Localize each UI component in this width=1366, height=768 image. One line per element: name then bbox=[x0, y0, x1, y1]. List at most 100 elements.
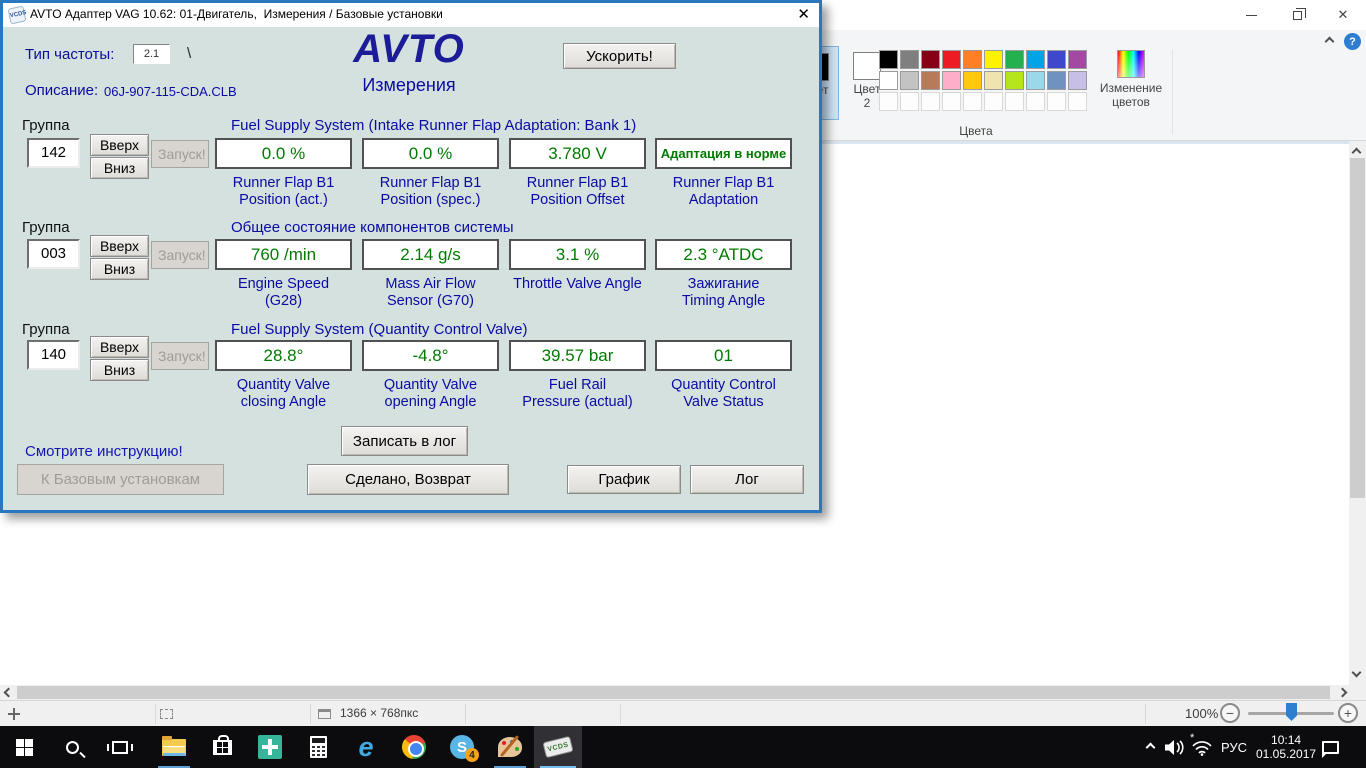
palette-color[interactable] bbox=[1047, 50, 1066, 69]
image-size-icon bbox=[318, 709, 331, 719]
palette-color[interactable] bbox=[1005, 71, 1024, 90]
palette-color[interactable] bbox=[921, 50, 940, 69]
palette-color[interactable] bbox=[1026, 71, 1045, 90]
search-icon bbox=[66, 741, 79, 754]
group-header-2: Общее состояние компонентов системы bbox=[231, 219, 514, 236]
scroll-right-icon[interactable] bbox=[1338, 688, 1348, 698]
measure-caption: Runner Flap B1Position Offset bbox=[509, 175, 646, 209]
group-number-input-1[interactable]: 142 bbox=[27, 138, 80, 168]
taskbar-vcds-active[interactable]: VCDS bbox=[534, 726, 582, 768]
palette-empty-slot[interactable] bbox=[963, 92, 982, 111]
basic-settings-button: К Базовым установкам bbox=[17, 464, 224, 495]
group-up-button-1[interactable]: Вверх bbox=[90, 134, 149, 156]
palette-color[interactable] bbox=[942, 71, 961, 90]
write-log-button[interactable]: Записать в лог bbox=[341, 426, 468, 456]
group-caption-3: Группа bbox=[22, 321, 70, 338]
group-number-input-2[interactable]: 003 bbox=[27, 239, 80, 269]
taskbar-paint[interactable] bbox=[486, 726, 534, 768]
palette-color[interactable] bbox=[1005, 50, 1024, 69]
done-return-button[interactable]: Сделано, Возврат bbox=[307, 464, 509, 495]
scroll-left-icon[interactable] bbox=[4, 688, 14, 698]
edit-colors-button[interactable]: Изменениецветов bbox=[1095, 46, 1167, 126]
task-view-button[interactable] bbox=[96, 726, 144, 768]
zoom-in-button[interactable]: + bbox=[1338, 703, 1358, 723]
palette-empty-slot[interactable] bbox=[879, 92, 898, 111]
help-icon: ? bbox=[1349, 36, 1356, 48]
volume-button[interactable] bbox=[1164, 726, 1186, 768]
palette-color[interactable] bbox=[900, 71, 919, 90]
measure-caption: Throttle Valve Angle bbox=[509, 276, 646, 293]
chrome-icon bbox=[402, 735, 426, 759]
tray-time: 10:14 bbox=[1256, 733, 1316, 747]
dialog-titlebar[interactable]: VCDS AVTO Адаптер VAG 10.62: 01-Двигател… bbox=[3, 3, 819, 27]
graph-button[interactable]: График bbox=[567, 465, 681, 494]
ribbon-group-separator bbox=[1172, 50, 1173, 134]
group-up-button-2[interactable]: Вверх bbox=[90, 235, 149, 257]
taskbar-chrome[interactable] bbox=[390, 726, 438, 768]
help-button[interactable]: ? bbox=[1344, 33, 1361, 50]
palette-empty-slot[interactable] bbox=[921, 92, 940, 111]
zoom-out-button[interactable]: − bbox=[1220, 703, 1240, 723]
palette-color[interactable] bbox=[879, 50, 898, 69]
scroll-up-icon[interactable] bbox=[1352, 148, 1362, 158]
group-down-button-2[interactable]: Вниз bbox=[90, 258, 149, 280]
group-number-input-3[interactable]: 140 bbox=[27, 340, 80, 370]
horizontal-scroll-thumb[interactable] bbox=[17, 686, 1330, 699]
scroll-down-icon[interactable] bbox=[1352, 668, 1362, 678]
minimize-button[interactable] bbox=[1228, 0, 1274, 30]
clock[interactable]: 10:1401.05.2017 bbox=[1256, 726, 1316, 768]
group-run-button-1: Запуск! bbox=[151, 140, 209, 168]
close-button[interactable]: ✕ bbox=[1320, 0, 1366, 30]
plus-app-icon bbox=[258, 735, 282, 759]
group-down-button-3[interactable]: Вниз bbox=[90, 359, 149, 381]
collapse-ribbon-icon[interactable] bbox=[1325, 37, 1335, 47]
tray-expand-button[interactable] bbox=[1140, 726, 1160, 768]
palette-color[interactable] bbox=[879, 71, 898, 90]
wifi-asterisk: * bbox=[1190, 732, 1194, 744]
group-down-button-1[interactable]: Вниз bbox=[90, 157, 149, 179]
action-center-button[interactable] bbox=[1322, 726, 1339, 768]
vcds-measuring-dialog: VCDS AVTO Адаптер VAG 10.62: 01-Двигател… bbox=[0, 0, 822, 513]
paint-statusbar: 1366 × 768пкс 100% − + bbox=[0, 700, 1366, 726]
restore-button[interactable] bbox=[1274, 0, 1320, 30]
palette-empty-slot[interactable] bbox=[942, 92, 961, 111]
palette-empty-slot[interactable] bbox=[984, 92, 1003, 111]
taskbar-store[interactable] bbox=[198, 726, 246, 768]
accelerate-button[interactable]: Ускорить! bbox=[563, 43, 676, 69]
taskbar-teal-app[interactable] bbox=[246, 726, 294, 768]
palette-color[interactable] bbox=[984, 50, 1003, 69]
measure-cell: 760 /min bbox=[215, 239, 352, 270]
palette-empty-slot[interactable] bbox=[900, 92, 919, 111]
palette-color[interactable] bbox=[984, 71, 1003, 90]
measure-cell: 28.8° bbox=[215, 340, 352, 371]
palette-color[interactable] bbox=[1026, 50, 1045, 69]
palette-color[interactable] bbox=[963, 50, 982, 69]
vertical-scroll-thumb[interactable] bbox=[1350, 158, 1365, 498]
dialog-close-button[interactable]: ✕ bbox=[797, 5, 810, 23]
palette-color[interactable] bbox=[963, 71, 982, 90]
measure-caption: Runner Flap B1Adaptation bbox=[655, 175, 792, 209]
palette-empty-slot[interactable] bbox=[1005, 92, 1024, 111]
palette-color[interactable] bbox=[942, 50, 961, 69]
network-button[interactable]: * bbox=[1190, 726, 1212, 768]
measure-cell: 3.780 V bbox=[509, 138, 646, 169]
palette-empty-slot[interactable] bbox=[1068, 92, 1087, 111]
palette-empty-slot[interactable] bbox=[1047, 92, 1066, 111]
group-up-button-3[interactable]: Вверх bbox=[90, 336, 149, 358]
palette-empty-slot[interactable] bbox=[1026, 92, 1045, 111]
search-button[interactable] bbox=[48, 726, 96, 768]
language-indicator[interactable]: РУС bbox=[1221, 726, 1247, 768]
taskbar-calculator[interactable] bbox=[294, 726, 342, 768]
palette-color[interactable] bbox=[1047, 71, 1066, 90]
start-button[interactable] bbox=[0, 726, 48, 768]
palette-color[interactable] bbox=[1068, 71, 1087, 90]
taskbar-skype[interactable]: S4 bbox=[438, 726, 486, 768]
log-button[interactable]: Лог bbox=[690, 465, 804, 494]
folder-icon bbox=[162, 739, 186, 756]
group-run-button-2: Запуск! bbox=[151, 241, 209, 269]
palette-color[interactable] bbox=[900, 50, 919, 69]
palette-color[interactable] bbox=[921, 71, 940, 90]
taskbar-internet-explorer[interactable]: e bbox=[342, 726, 390, 768]
palette-color[interactable] bbox=[1068, 50, 1087, 69]
taskbar-file-explorer[interactable] bbox=[150, 726, 198, 768]
